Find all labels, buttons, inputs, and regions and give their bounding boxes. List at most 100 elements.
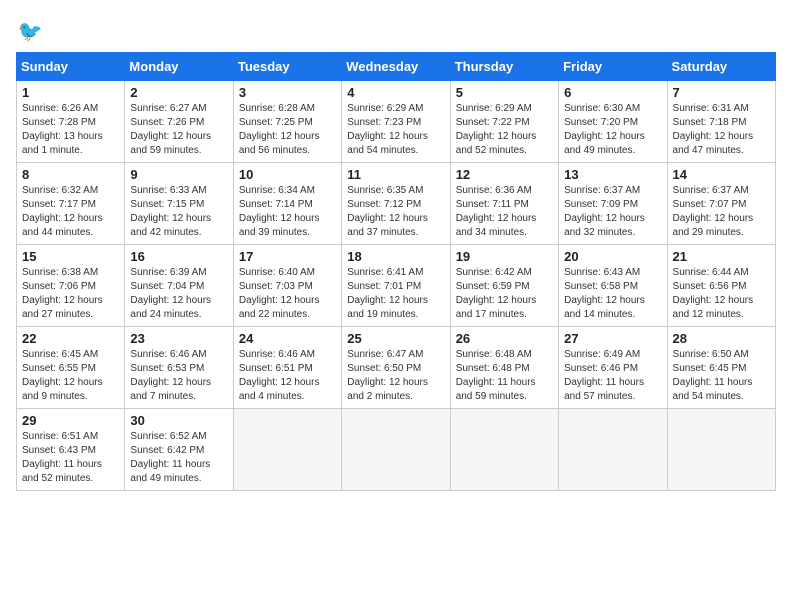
calendar-cell (450, 409, 558, 491)
day-content: Sunrise: 6:39 AM Sunset: 7:04 PM Dayligh… (130, 266, 227, 322)
day-content: Sunrise: 6:29 AM Sunset: 7:22 PM Dayligh… (456, 102, 553, 158)
day-content: Sunrise: 6:29 AM Sunset: 7:23 PM Dayligh… (347, 102, 444, 158)
calendar-cell: 8Sunrise: 6:32 AM Sunset: 7:17 PM Daylig… (17, 163, 125, 245)
calendar-cell: 7Sunrise: 6:31 AM Sunset: 7:18 PM Daylig… (667, 81, 775, 163)
weekday-header-monday: Monday (125, 53, 233, 81)
calendar-cell (559, 409, 667, 491)
calendar-cell: 16 Sunrise: 6:39 AM Sunset: 7:04 PM Dayli… (125, 245, 233, 327)
day-content: Sunrise: 6:40 AM Sunset: 7:03 PM Dayligh… (239, 266, 336, 322)
calendar-cell: 4 Sunrise: 6:29 AM Sunset: 7:23 PM Daylig… (342, 81, 450, 163)
calendar-cell: 13 Sunrise: 6:37 AM Sunset: 7:09 PM Dayli… (559, 163, 667, 245)
day-number: 23 (130, 331, 227, 346)
day-number: 18 (347, 249, 444, 264)
weekday-header-saturday: Saturday (667, 53, 775, 81)
day-content: Sunrise: 6:52 AM Sunset: 6:42 PM Dayligh… (130, 430, 227, 486)
calendar-cell: 27 Sunrise: 6:49 AM Sunset: 6:46 PM Dayli… (559, 327, 667, 409)
calendar-cell: 2 Sunrise: 6:27 AM Sunset: 7:26 PM Daylig… (125, 81, 233, 163)
day-number: 20 (564, 249, 661, 264)
calendar-table: SundayMondayTuesdayWednesdayThursdayFrid… (16, 52, 776, 491)
day-content: Sunrise: 6:32 AM Sunset: 7:17 PM Dayligh… (22, 184, 119, 240)
calendar-cell: 25 Sunrise: 6:47 AM Sunset: 6:50 PM Dayli… (342, 327, 450, 409)
day-content: Sunrise: 6:49 AM Sunset: 6:46 PM Dayligh… (564, 348, 661, 404)
day-content: Sunrise: 6:47 AM Sunset: 6:50 PM Dayligh… (347, 348, 444, 404)
calendar-cell: 6Sunrise: 6:30 AM Sunset: 7:20 PM Daylig… (559, 81, 667, 163)
day-number: 21 (673, 249, 770, 264)
calendar-cell (667, 409, 775, 491)
day-number: 22 (22, 331, 119, 346)
day-content: Sunrise: 6:36 AM Sunset: 7:11 PM Dayligh… (456, 184, 553, 240)
day-content: Sunrise: 6:27 AM Sunset: 7:26 PM Dayligh… (130, 102, 227, 158)
day-number: 25 (347, 331, 444, 346)
day-content: Sunrise: 6:48 AM Sunset: 6:48 PM Dayligh… (456, 348, 553, 404)
calendar-week-2: 8Sunrise: 6:32 AM Sunset: 7:17 PM Daylig… (17, 163, 776, 245)
calendar-week-4: 22Sunrise: 6:45 AM Sunset: 6:55 PM Dayli… (17, 327, 776, 409)
calendar-cell: 26 Sunrise: 6:48 AM Sunset: 6:48 PM Dayli… (450, 327, 558, 409)
day-content: Sunrise: 6:37 AM Sunset: 7:09 PM Dayligh… (564, 184, 661, 240)
day-number: 7 (673, 85, 770, 100)
day-number: 28 (673, 331, 770, 346)
day-content: Sunrise: 6:51 AM Sunset: 6:43 PM Dayligh… (22, 430, 119, 486)
calendar-cell: 12 Sunrise: 6:36 AM Sunset: 7:11 PM Dayli… (450, 163, 558, 245)
day-number: 27 (564, 331, 661, 346)
day-number: 9 (130, 167, 227, 182)
weekday-header-wednesday: Wednesday (342, 53, 450, 81)
day-number: 30 (130, 413, 227, 428)
calendar-week-5: 29 Sunrise: 6:51 AM Sunset: 6:43 PM Dayli… (17, 409, 776, 491)
day-number: 12 (456, 167, 553, 182)
weekday-header-tuesday: Tuesday (233, 53, 341, 81)
calendar-cell: 24Sunrise: 6:46 AM Sunset: 6:51 PM Dayli… (233, 327, 341, 409)
day-number: 5 (456, 85, 553, 100)
calendar-cell: 19Sunrise: 6:42 AM Sunset: 6:59 PM Dayli… (450, 245, 558, 327)
day-number: 29 (22, 413, 119, 428)
calendar-cell: 22Sunrise: 6:45 AM Sunset: 6:55 PM Dayli… (17, 327, 125, 409)
calendar-cell: 29 Sunrise: 6:51 AM Sunset: 6:43 PM Dayli… (17, 409, 125, 491)
calendar-cell: 20 Sunrise: 6:43 AM Sunset: 6:58 PM Dayli… (559, 245, 667, 327)
calendar-cell (233, 409, 341, 491)
day-number: 1 (22, 85, 119, 100)
day-content: Sunrise: 6:41 AM Sunset: 7:01 PM Dayligh… (347, 266, 444, 322)
day-content: Sunrise: 6:30 AM Sunset: 7:20 PM Dayligh… (564, 102, 661, 158)
day-number: 11 (347, 167, 444, 182)
calendar-cell: 18 Sunrise: 6:41 AM Sunset: 7:01 PM Dayli… (342, 245, 450, 327)
day-number: 17 (239, 249, 336, 264)
calendar-cell: 17 Sunrise: 6:40 AM Sunset: 7:03 PM Dayli… (233, 245, 341, 327)
day-content: Sunrise: 6:35 AM Sunset: 7:12 PM Dayligh… (347, 184, 444, 240)
calendar-cell: 30 Sunrise: 6:52 AM Sunset: 6:42 PM Dayli… (125, 409, 233, 491)
day-number: 13 (564, 167, 661, 182)
day-content: Sunrise: 6:28 AM Sunset: 7:25 PM Dayligh… (239, 102, 336, 158)
day-number: 15 (22, 249, 119, 264)
calendar-cell: 23 Sunrise: 6:46 AM Sunset: 6:53 PM Dayli… (125, 327, 233, 409)
calendar-cell: 14 Sunrise: 6:37 AM Sunset: 7:07 PM Dayli… (667, 163, 775, 245)
day-number: 2 (130, 85, 227, 100)
day-number: 19 (456, 249, 553, 264)
day-content: Sunrise: 6:46 AM Sunset: 6:53 PM Dayligh… (130, 348, 227, 404)
weekday-header-friday: Friday (559, 53, 667, 81)
calendar-cell: 5 Sunrise: 6:29 AM Sunset: 7:22 PM Daylig… (450, 81, 558, 163)
calendar-cell: 21 Sunrise: 6:44 AM Sunset: 6:56 PM Dayli… (667, 245, 775, 327)
logo: 🐦 (16, 16, 48, 44)
calendar-cell (342, 409, 450, 491)
day-number: 16 (130, 249, 227, 264)
calendar-cell: 9Sunrise: 6:33 AM Sunset: 7:15 PM Daylig… (125, 163, 233, 245)
day-number: 3 (239, 85, 336, 100)
calendar-cell: 1 Sunrise: 6:26 AM Sunset: 7:28 PM Daylig… (17, 81, 125, 163)
day-number: 24 (239, 331, 336, 346)
calendar-week-1: 1 Sunrise: 6:26 AM Sunset: 7:28 PM Daylig… (17, 81, 776, 163)
svg-text:🐦: 🐦 (18, 21, 43, 43)
day-number: 4 (347, 85, 444, 100)
day-content: Sunrise: 6:38 AM Sunset: 7:06 PM Dayligh… (22, 266, 119, 322)
calendar-header-row: SundayMondayTuesdayWednesdayThursdayFrid… (17, 53, 776, 81)
day-number: 14 (673, 167, 770, 182)
day-content: Sunrise: 6:26 AM Sunset: 7:28 PM Dayligh… (22, 102, 119, 158)
logo-icon: 🐦 (16, 16, 44, 44)
day-content: Sunrise: 6:43 AM Sunset: 6:58 PM Dayligh… (564, 266, 661, 322)
page-header: 🐦 (16, 16, 776, 44)
calendar-cell: 10 Sunrise: 6:34 AM Sunset: 7:14 PM Dayli… (233, 163, 341, 245)
calendar-cell: 15 Sunrise: 6:38 AM Sunset: 7:06 PM Dayli… (17, 245, 125, 327)
day-content: Sunrise: 6:34 AM Sunset: 7:14 PM Dayligh… (239, 184, 336, 240)
day-content: Sunrise: 6:44 AM Sunset: 6:56 PM Dayligh… (673, 266, 770, 322)
day-number: 26 (456, 331, 553, 346)
day-content: Sunrise: 6:37 AM Sunset: 7:07 PM Dayligh… (673, 184, 770, 240)
weekday-header-sunday: Sunday (17, 53, 125, 81)
day-number: 10 (239, 167, 336, 182)
